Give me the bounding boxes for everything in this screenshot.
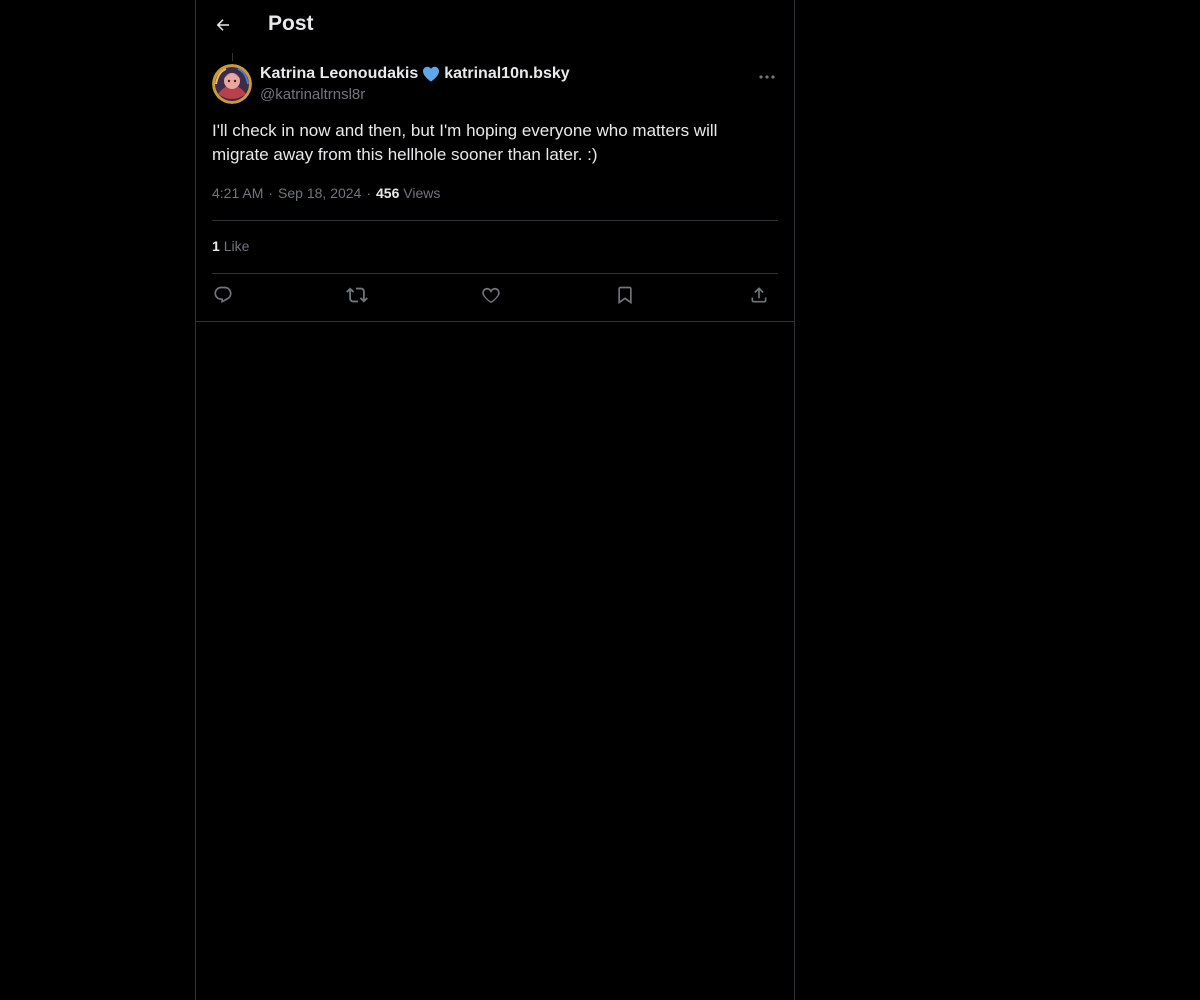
page-title: Post <box>268 12 314 35</box>
views-label: Views <box>403 185 441 201</box>
back-button[interactable] <box>210 14 236 40</box>
post-time[interactable]: 4:21 AM <box>212 185 263 201</box>
likes-summary[interactable]: 1 Like <box>212 238 249 254</box>
author-name-line[interactable]: Katrina Leonoudakis katrinal10n.bsky <box>260 65 570 83</box>
more-options-button[interactable] <box>756 64 778 86</box>
post-bottom-border <box>196 321 794 322</box>
repost-icon <box>346 284 368 311</box>
share-button[interactable] <box>746 284 772 310</box>
share-icon <box>749 285 769 310</box>
arrow-left-icon <box>214 16 232 39</box>
like-icon <box>481 285 501 310</box>
post-author-row: Katrina Leonoudakis katrinal10n.bsky @ka… <box>212 64 778 106</box>
reply-button[interactable] <box>210 284 236 310</box>
repost-button[interactable] <box>344 284 370 310</box>
avatar[interactable] <box>212 64 252 104</box>
divider <box>212 273 778 274</box>
author-handle[interactable]: @katrinaltrnsl8r <box>260 86 365 103</box>
bookmark-button[interactable] <box>612 284 638 310</box>
blue-heart-icon <box>422 66 440 82</box>
thread-connector-line <box>232 53 233 61</box>
meta-separator: · <box>268 185 274 201</box>
like-button[interactable] <box>478 284 504 310</box>
likes-label: Like <box>223 238 250 254</box>
meta-separator: · <box>366 185 372 201</box>
likes-count: 1 <box>212 238 220 254</box>
author-name-suffix: katrinal10n.bsky <box>444 65 570 82</box>
post-meta: 4:21 AM · Sep 18, 2024 · 456 Views <box>212 185 440 201</box>
bookmark-icon <box>615 285 635 310</box>
reply-icon <box>213 285 233 310</box>
more-horizontal-icon <box>759 66 775 84</box>
post-date[interactable]: Sep 18, 2024 <box>278 185 361 201</box>
divider <box>212 220 778 221</box>
post-column: Post Katrina Leonoudakis katrinal10n.bsk… <box>195 0 795 1000</box>
post-action-bar <box>212 284 778 310</box>
author-name: Katrina Leonoudakis <box>260 65 419 82</box>
views-count: 456 <box>376 185 400 201</box>
post-text: I'll check in now and then, but I'm hopi… <box>212 121 718 164</box>
page-header: Post <box>196 0 794 53</box>
